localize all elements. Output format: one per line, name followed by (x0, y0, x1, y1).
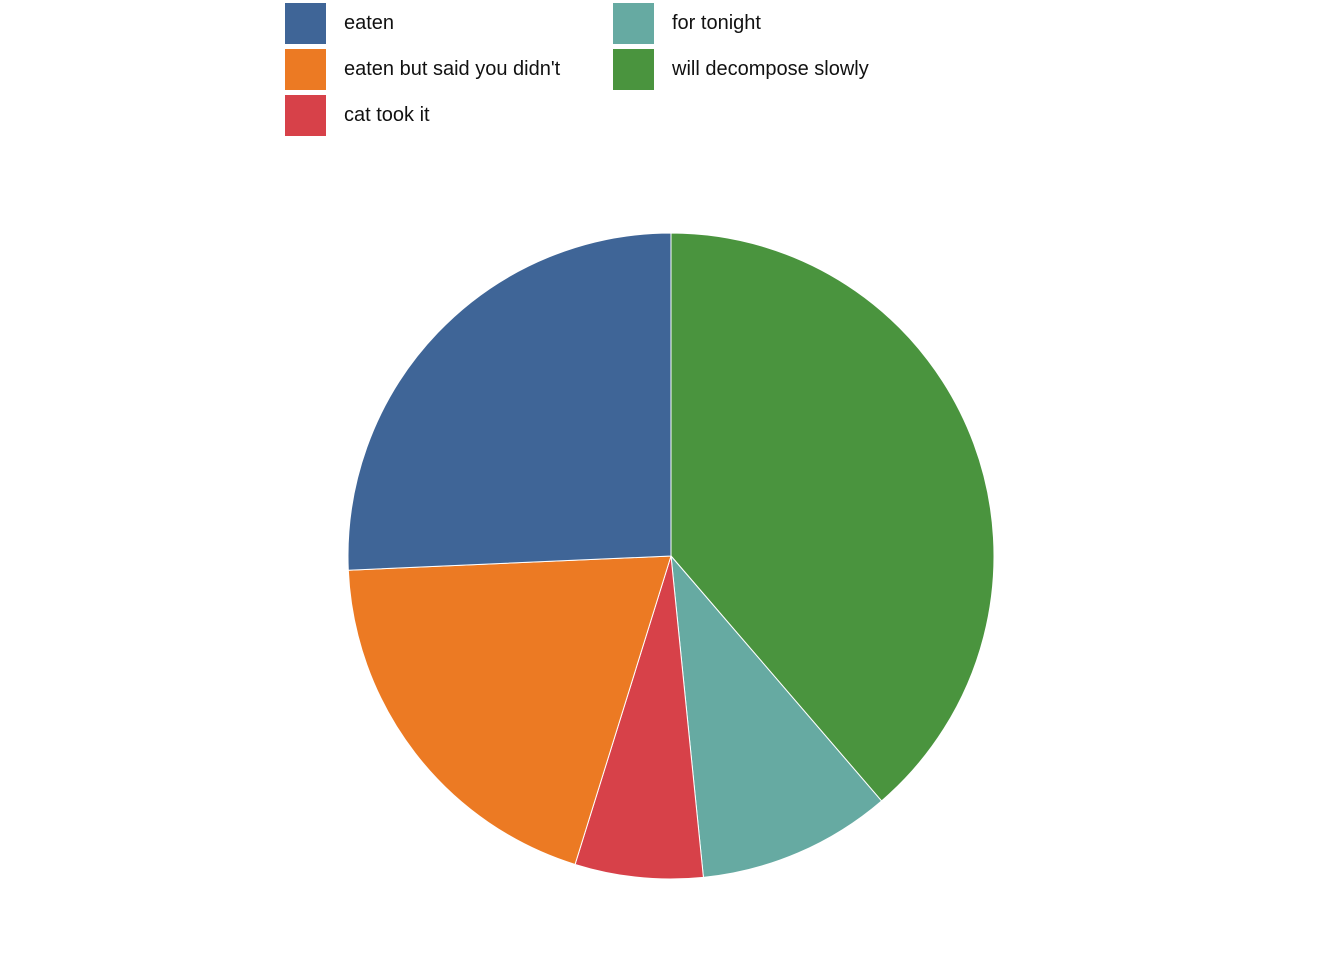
pie-chart (347, 232, 995, 880)
pie-slice-eaten (347, 232, 672, 571)
